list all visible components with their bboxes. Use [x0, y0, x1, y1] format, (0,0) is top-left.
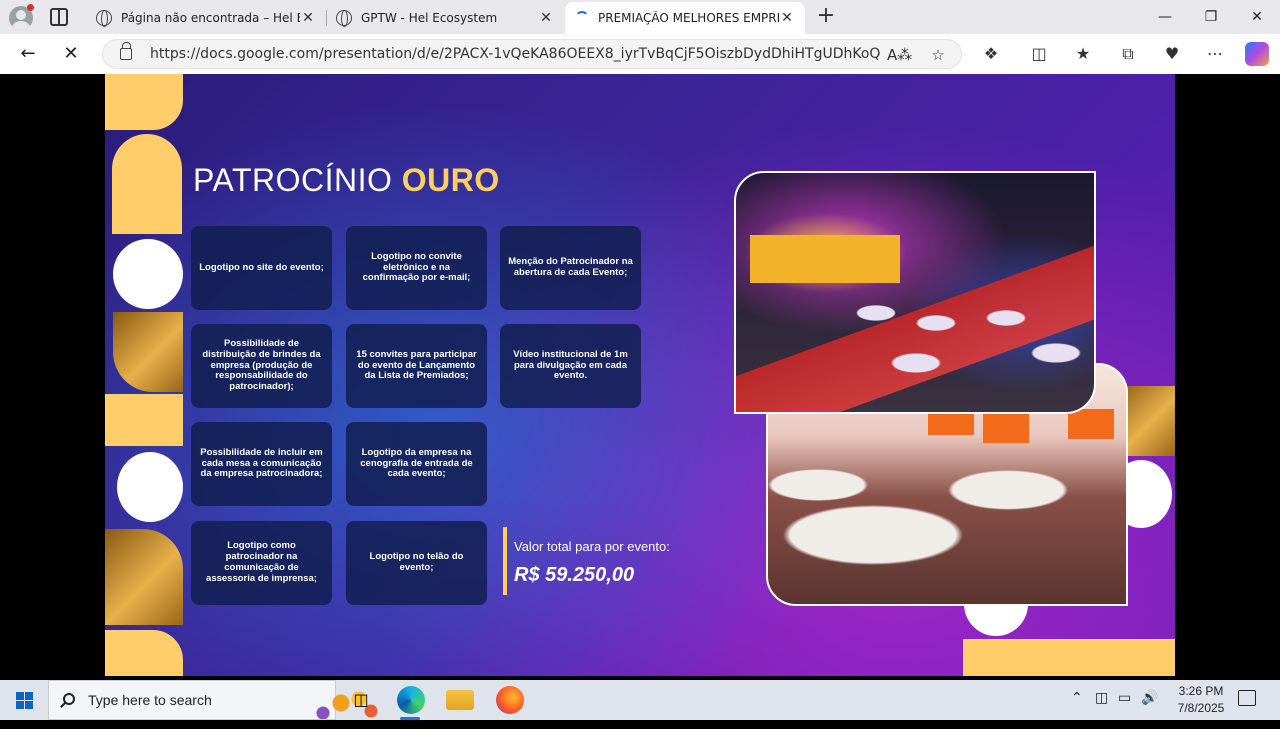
- page-viewport: PATROCÍNIO OURO Logotipo no site do even…: [4, 74, 1276, 728]
- back-arrow-icon[interactable]: ←: [15, 42, 41, 66]
- event-tables: [856, 293, 1094, 403]
- clock-date: 7/8/2025: [1177, 701, 1225, 715]
- chevron-up-icon[interactable]: ⌃: [1071, 690, 1083, 706]
- benefit-card: Vídeo institucional de 1m para divulgaçã…: [500, 324, 641, 408]
- decorative-shape: [963, 639, 1175, 676]
- notification-center-icon[interactable]: [1238, 690, 1256, 706]
- stage-screen: [750, 235, 900, 283]
- benefit-card: Possibilidade de distribuição de brindes…: [191, 324, 332, 408]
- tab-close-button[interactable]: ✕: [538, 10, 554, 26]
- total-label: Valor total para por evento:: [514, 539, 670, 554]
- browser-tab-3-active[interactable]: PREMIAÇÃO MELHORES EMPRES/ ✕: [565, 2, 805, 34]
- browser-toolbar: ← ✕ https://docs.google.com/presentation…: [0, 34, 1280, 74]
- new-tab-button[interactable]: +: [815, 5, 837, 27]
- browser-tab-bar: Página não encontrada – Hel Eco: ✕ GPTW …: [0, 0, 1280, 34]
- benefit-card: Logotipo como patrocinador na comunicaçã…: [191, 521, 332, 605]
- firefox-icon[interactable]: [496, 686, 524, 714]
- window-close-button[interactable]: ✕: [1234, 0, 1280, 34]
- edge-browser-icon[interactable]: [397, 686, 425, 714]
- title-prefix: PATROCÍNIO: [193, 162, 402, 198]
- restore-button[interactable]: ❐: [1188, 0, 1234, 34]
- more-options-icon[interactable]: ⋯: [1203, 42, 1227, 66]
- decorative-shape: [105, 74, 183, 130]
- tab-actions-icon[interactable]: [50, 8, 68, 26]
- taskbar-search-box[interactable]: Type here to search: [48, 680, 381, 720]
- benefit-card: Logotipo no convite eletrônico e na conf…: [346, 226, 487, 310]
- volume-icon[interactable]: 🔊: [1141, 690, 1158, 706]
- decorative-shape: [105, 394, 183, 446]
- total-accent-bar: [503, 527, 507, 595]
- windows-start-icon[interactable]: [16, 692, 33, 709]
- tab-title: Página não encontrada – Hel Eco:: [121, 11, 300, 25]
- slide-title: PATROCÍNIO OURO: [193, 162, 500, 199]
- presentation-slide: PATROCÍNIO OURO Logotipo no site do even…: [105, 74, 1175, 676]
- decorative-circle: [117, 452, 183, 522]
- benefit-card: Logotipo da empresa na cenografia de ent…: [346, 422, 487, 506]
- favorites-icon[interactable]: ★: [1071, 42, 1095, 66]
- minimize-button[interactable]: —: [1142, 0, 1188, 34]
- security-icon[interactable]: ◫: [1095, 690, 1108, 706]
- decorative-shape: [112, 134, 182, 234]
- benefit-card: Logotipo no telão do evento;: [346, 521, 487, 605]
- decorative-circle: [113, 239, 183, 309]
- windows-taskbar: Type here to search ◫ ⌃ ◫ ▭ 🔊 3:26 PM 7/…: [0, 680, 1280, 720]
- tab-close-button[interactable]: ✕: [779, 10, 795, 26]
- browser-essentials-icon[interactable]: ♥: [1160, 42, 1184, 66]
- search-placeholder: Type here to search: [88, 692, 212, 708]
- extensions-icon[interactable]: ❖: [979, 42, 1003, 66]
- decorative-shape: [105, 529, 183, 625]
- led-screen: [1068, 409, 1114, 439]
- benefit-card: Menção do Patrocinador na abertura de ca…: [500, 226, 641, 310]
- read-aloud-icon[interactable]: A⁂: [887, 44, 912, 66]
- task-view-icon[interactable]: ◫: [347, 686, 375, 714]
- benefit-card: Possibilidade de incluir em cada mesa a …: [191, 422, 332, 506]
- event-photo-stage: [734, 171, 1096, 414]
- collections-icon[interactable]: ⧉: [1116, 42, 1140, 66]
- network-icon[interactable]: ▭: [1118, 690, 1131, 706]
- url-text[interactable]: https://docs.google.com/presentation/d/e…: [150, 46, 880, 62]
- browser-tab-2[interactable]: GPTW - Hel Ecosystem ✕: [326, 2, 564, 34]
- loading-spinner-icon: [575, 11, 589, 25]
- tab-title: GPTW - Hel Ecosystem: [361, 11, 498, 25]
- lock-icon[interactable]: [120, 42, 132, 60]
- system-clock[interactable]: 3:26 PM 7/8/2025: [1158, 683, 1244, 717]
- browser-tab-1[interactable]: Página não encontrada – Hel Eco: ✕: [86, 2, 326, 34]
- led-screen: [983, 413, 1029, 443]
- benefit-card: 15 convites para participar do evento de…: [346, 324, 487, 408]
- address-bar[interactable]: https://docs.google.com/presentation/d/e…: [102, 39, 962, 69]
- stop-loading-icon[interactable]: ✕: [58, 42, 84, 66]
- copilot-icon[interactable]: [1245, 42, 1269, 66]
- decorative-shape: [105, 630, 183, 676]
- globe-icon: [336, 10, 352, 27]
- decorative-shape: [113, 312, 183, 392]
- benefit-card: Logotipo no site do evento;: [191, 226, 332, 310]
- tab-close-button[interactable]: ✕: [300, 10, 316, 26]
- title-highlight: OURO: [401, 162, 500, 198]
- split-screen-icon[interactable]: ◫: [1027, 42, 1051, 66]
- favorite-star-icon[interactable]: ☆: [927, 44, 949, 66]
- clock-time: 3:26 PM: [1178, 684, 1224, 698]
- notification-dot-icon: [27, 4, 34, 11]
- globe-icon: [96, 10, 112, 27]
- search-icon: [63, 693, 75, 705]
- file-explorer-icon[interactable]: [446, 690, 474, 710]
- tab-title: PREMIAÇÃO MELHORES EMPRES/: [598, 11, 779, 25]
- total-value: R$ 59.250,00: [514, 564, 635, 586]
